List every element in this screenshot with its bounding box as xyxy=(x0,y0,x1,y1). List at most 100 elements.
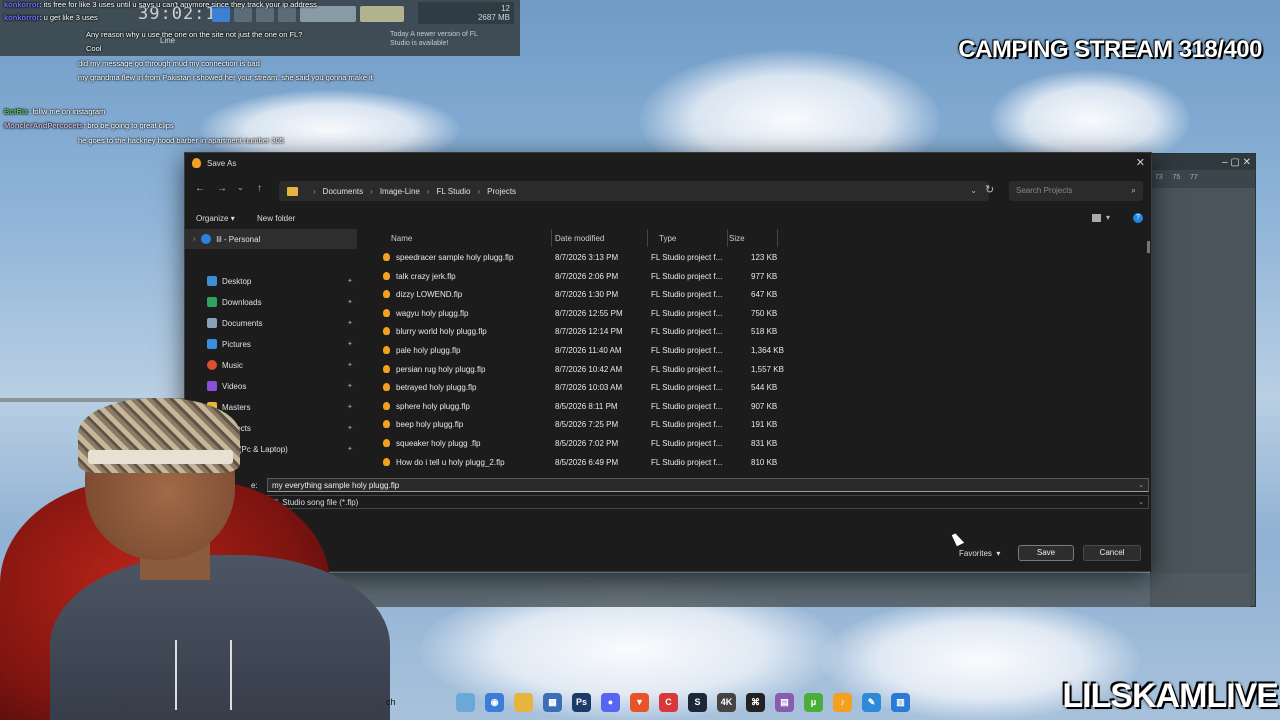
folder-icon xyxy=(287,186,298,196)
file-row[interactable]: speedracer sample holy plugg.flp 8/7/2026… xyxy=(371,248,971,266)
nav-item-onedrive[interactable]: › lil - Personal xyxy=(185,229,357,249)
file-explorer-icon[interactable] xyxy=(514,692,533,712)
file-date: 8/7/2026 1:30 PM xyxy=(555,290,619,300)
file-date: 8/5/2026 6:49 PM xyxy=(555,457,619,467)
fl-studio-icon[interactable]: ♪ xyxy=(833,692,852,712)
pin-icon: ✦ xyxy=(347,383,353,390)
photoshop-icon[interactable]: Ps xyxy=(572,692,591,712)
file-type: FL Studio project f... xyxy=(651,364,723,374)
file-size: 123 KB xyxy=(751,253,778,262)
file-name: squeaker holy plugg .flp xyxy=(396,439,481,448)
file-name: speedracer sample holy plugg.flp xyxy=(396,253,514,262)
file-size: 810 KB xyxy=(751,457,778,467)
ccleaner-icon[interactable]: C xyxy=(659,692,678,712)
file-type: FL Studio project f... xyxy=(651,327,723,337)
close-icon[interactable]: ✕ xyxy=(1136,156,1145,169)
favorites-dropdown[interactable]: Favorites ▾ xyxy=(959,549,1000,558)
discord-icon[interactable]: ● xyxy=(601,692,620,712)
search-input[interactable]: Search Projects ⌕ xyxy=(1009,181,1143,201)
stream-title: CAMPING STREAM 318/400 xyxy=(958,36,1262,63)
file-type: FL Studio project f... xyxy=(651,253,723,262)
address-bar[interactable]: › Documents › Image-Line › FL Studio › P… xyxy=(279,181,989,201)
capcut-icon[interactable]: ⌘ xyxy=(746,692,765,712)
breadcrumb-item[interactable]: Projects xyxy=(487,187,516,196)
flp-file-icon xyxy=(383,364,390,373)
brave-icon[interactable]: ▼ xyxy=(630,692,649,712)
column-size[interactable]: Size xyxy=(729,234,745,243)
utorrent-icon[interactable]: μ xyxy=(804,692,823,712)
file-type: FL Studio project f... xyxy=(651,457,723,467)
file-row[interactable]: blurry world holy plugg.flp 8/7/2026 12:1… xyxy=(371,322,971,340)
forward-arrow-icon[interactable]: → xyxy=(217,183,227,194)
chevron-down-icon[interactable]: ⌄ xyxy=(1138,481,1144,489)
window-controls[interactable]: – ▢ ✕ xyxy=(1222,157,1251,168)
file-row[interactable]: wagyu holy plugg.flp 8/7/2026 12:55 PM FL … xyxy=(371,304,971,322)
command-bar: Organize ▾ New folder ▾ ? xyxy=(185,211,1151,227)
breadcrumb-item[interactable]: Image-Line xyxy=(380,187,420,196)
file-type: FL Studio project f... xyxy=(651,383,723,393)
search-icon: ⌕ xyxy=(1130,185,1136,195)
breadcrumb-item[interactable]: FL Studio xyxy=(437,187,471,196)
column-date-modified[interactable]: Date modified xyxy=(555,234,604,243)
app-icon[interactable]: ▥ xyxy=(891,692,910,712)
file-size: 750 KB xyxy=(751,308,778,318)
file-row[interactable]: talk crazy jerk.flp 8/7/2026 2:06 PM FL St… xyxy=(371,267,971,285)
address-dropdown-icon[interactable]: ⌄ xyxy=(970,186,977,195)
nav-item-desktop[interactable]: Desktop ✦ xyxy=(185,271,357,291)
file-row[interactable]: betrayed holy plugg.flp 8/7/2026 10:03 AM… xyxy=(371,378,971,396)
file-date: 8/7/2026 2:06 PM xyxy=(555,271,619,281)
view-options-icon[interactable] xyxy=(1092,214,1101,222)
file-name: dizzy LOWEND.flp xyxy=(396,290,463,300)
file-row[interactable]: How do i tell u holy plugg_2.flp 8/5/2026… xyxy=(371,453,971,469)
file-date: 8/5/2026 7:25 PM xyxy=(555,420,619,430)
column-name[interactable]: Name xyxy=(391,234,412,243)
file-row[interactable]: persian rug holy plugg.flp 8/7/2026 10:42… xyxy=(371,360,971,378)
fl-studio-playlist-window: – ▢ ✕ 73 75 77 xyxy=(1150,153,1256,607)
organize-button[interactable]: Organize ▾ xyxy=(196,214,235,223)
calculator-icon[interactable]: ▦ xyxy=(543,692,562,712)
sticky-icon[interactable]: ✎ xyxy=(862,692,881,712)
up-arrow-icon[interactable]: ↑ xyxy=(257,183,262,194)
file-row[interactable]: sphere holy plugg.flp 8/5/2026 8:11 PM FL … xyxy=(371,397,971,415)
playlist-ruler: 73 75 77 xyxy=(1151,170,1255,188)
file-row[interactable]: beep holy plugg.flp 8/5/2026 7:25 PM FL St… xyxy=(371,415,971,433)
refresh-icon[interactable]: ↻ xyxy=(985,183,994,196)
save-button[interactable]: Save xyxy=(1018,545,1074,561)
file-row[interactable]: dizzy LOWEND.flp 8/7/2026 1:30 PM FL Studi… xyxy=(371,285,971,303)
chrome-icon[interactable]: ◉ xyxy=(485,692,504,712)
file-row[interactable]: squeaker holy plugg .flp 8/5/2026 7:02 PM… xyxy=(371,434,971,452)
winrar-icon[interactable]: ▤ xyxy=(775,692,794,712)
help-icon[interactable]: ? xyxy=(1133,213,1143,223)
file-size: 977 KB xyxy=(751,271,778,281)
file-size: 544 KB xyxy=(751,383,778,393)
column-type[interactable]: Type xyxy=(659,234,676,243)
nav-item-downloads[interactable]: Downloads ✦ xyxy=(185,292,357,312)
steam-icon[interactable]: S xyxy=(688,692,707,712)
file-list-header: Name Date modified Type Size xyxy=(371,229,971,247)
chevron-down-icon[interactable]: ▾ xyxy=(1106,213,1110,222)
master-volume[interactable] xyxy=(360,6,404,22)
taskbar-search-label[interactable]: ch xyxy=(386,697,446,707)
nav-item-music[interactable]: Music ✦ xyxy=(185,355,357,375)
file-size: 907 KB xyxy=(751,401,778,411)
recent-chevron-icon[interactable]: ⌄ xyxy=(237,183,244,192)
nav-item-pictures[interactable]: Pictures ✦ xyxy=(185,334,357,354)
breadcrumb-item[interactable]: Documents xyxy=(323,187,363,196)
file-name: betrayed holy plugg.flp xyxy=(396,383,477,393)
flp-file-icon xyxy=(383,308,390,317)
cloud-app-icon[interactable] xyxy=(456,692,475,712)
file-type: FL Studio project f... xyxy=(651,290,723,300)
file-row[interactable]: pale holy plugg.flp 8/7/2026 11:40 AM FL S… xyxy=(371,341,971,359)
back-arrow-icon[interactable]: ← xyxy=(195,183,205,194)
cancel-button[interactable]: Cancel xyxy=(1083,545,1141,561)
file-size: 191 KB xyxy=(751,420,778,430)
file-date: 8/7/2026 3:13 PM xyxy=(555,253,619,262)
4k-downloader-icon[interactable]: 4K xyxy=(717,692,736,712)
scrollbar[interactable] xyxy=(1147,241,1150,253)
nav-item-documents[interactable]: Documents ✦ xyxy=(185,313,357,333)
update-notice[interactable]: Today A newer version of FL Studio is av… xyxy=(390,30,490,48)
chevron-down-icon[interactable]: ⌄ xyxy=(1138,498,1144,506)
pin-icon: ✦ xyxy=(347,278,353,285)
file-name: wagyu holy plugg.flp xyxy=(396,308,469,318)
new-folder-button[interactable]: New folder xyxy=(257,214,295,223)
